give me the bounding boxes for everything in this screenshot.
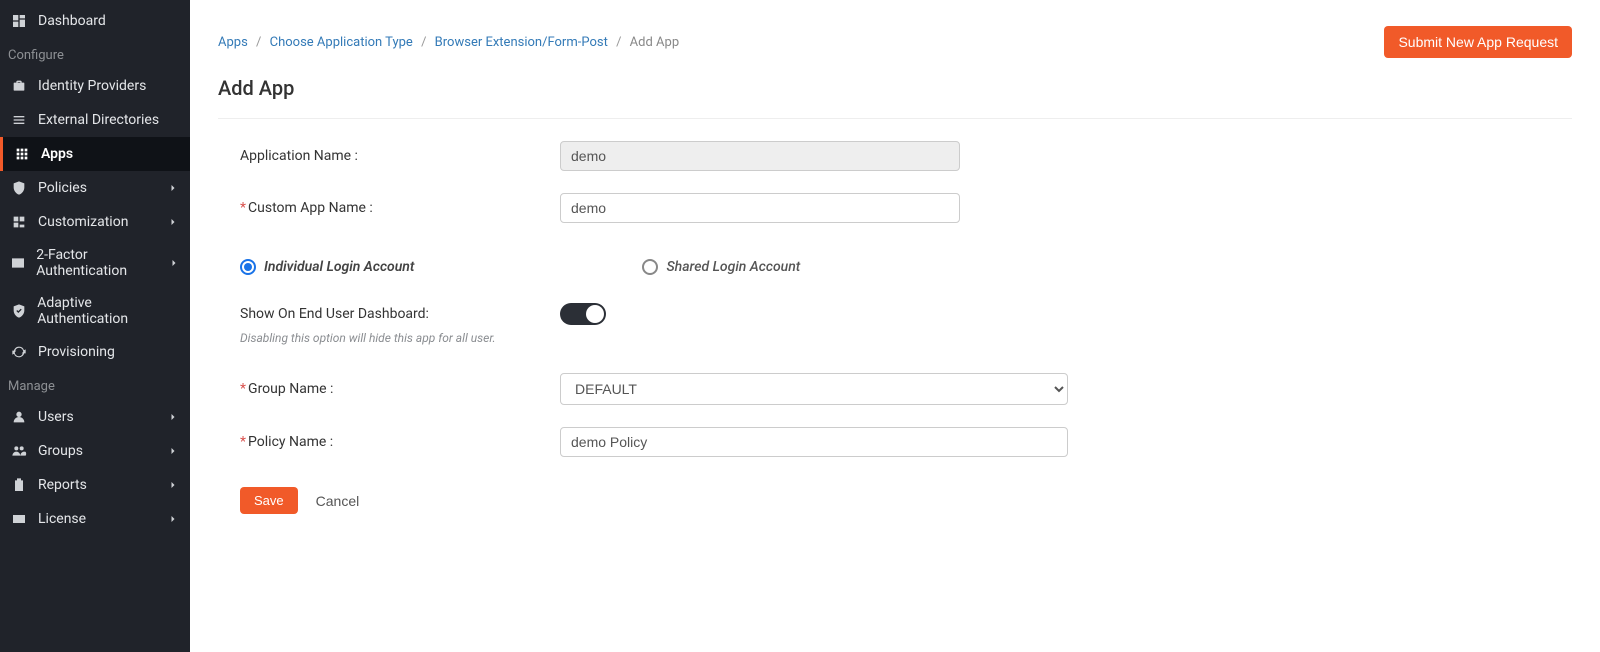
- chevron-right-icon: [166, 444, 180, 458]
- sidebar-item-policies[interactable]: Policies: [0, 171, 190, 205]
- key-icon: [10, 254, 26, 272]
- sidebar-item-identity-providers[interactable]: Identity Providers: [0, 69, 190, 103]
- sidebar-item-dashboard[interactable]: Dashboard: [0, 4, 190, 38]
- sidebar-item-label: Policies: [38, 180, 87, 196]
- sidebar-item-label: Adaptive Authentication: [37, 295, 180, 327]
- main-content: Apps / Choose Application Type / Browser…: [190, 0, 1600, 652]
- radio-icon: [642, 259, 658, 275]
- shield-icon: [10, 179, 28, 197]
- sidebar-item-label: Users: [38, 409, 74, 425]
- clipboard-icon: [10, 476, 28, 494]
- toggle-knob: [586, 305, 604, 323]
- sidebar-item-groups[interactable]: Groups: [0, 434, 190, 468]
- shield-check-icon: [10, 302, 27, 320]
- breadcrumb-apps[interactable]: Apps: [218, 35, 248, 50]
- show-dashboard-hint: Disabling this option will hide this app…: [240, 331, 1318, 345]
- sidebar-item-label: Reports: [38, 477, 87, 493]
- chevron-right-icon: [167, 256, 180, 270]
- radio-individual-label: Individual Login Account: [264, 259, 414, 275]
- sidebar-item-reports[interactable]: Reports: [0, 468, 190, 502]
- radio-shared-login[interactable]: Shared Login Account: [642, 259, 800, 275]
- sidebar-item-license[interactable]: License: [0, 502, 190, 536]
- add-app-form: Application Name : *Custom App Name : In…: [218, 141, 1318, 514]
- group-name-label: *Group Name :: [240, 381, 560, 397]
- sidebar-item-external-directories[interactable]: External Directories: [0, 103, 190, 137]
- chevron-right-icon: [166, 478, 180, 492]
- cancel-button[interactable]: Cancel: [316, 493, 360, 509]
- dashboard-icon: [10, 12, 28, 30]
- sidebar-item-label: Provisioning: [38, 344, 115, 360]
- custom-app-name-label: *Custom App Name :: [240, 200, 560, 216]
- list-icon: [10, 111, 28, 129]
- sidebar-item-label: External Directories: [38, 112, 159, 128]
- apps-icon: [13, 145, 31, 163]
- radio-shared-label: Shared Login Account: [666, 259, 800, 275]
- divider: [218, 118, 1572, 119]
- sidebar: Dashboard Configure Identity Providers E…: [0, 0, 190, 652]
- sync-icon: [10, 343, 28, 361]
- group-name-select[interactable]: DEFAULT: [560, 373, 1068, 405]
- custom-app-name-input[interactable]: [560, 193, 960, 223]
- radio-icon: [240, 259, 256, 275]
- sidebar-item-label: Dashboard: [38, 13, 106, 29]
- chevron-right-icon: [166, 181, 180, 195]
- application-name-input[interactable]: [560, 141, 960, 171]
- sidebar-item-users[interactable]: Users: [0, 400, 190, 434]
- sidebar-item-apps[interactable]: Apps: [0, 137, 190, 171]
- card-icon: [10, 510, 28, 528]
- sidebar-item-label: Groups: [38, 443, 83, 459]
- topbar: Apps / Choose Application Type / Browser…: [218, 26, 1572, 58]
- sidebar-section-configure: Configure: [0, 38, 190, 69]
- radio-individual-login[interactable]: Individual Login Account: [240, 259, 414, 275]
- page-title: Add App: [218, 76, 1572, 100]
- chevron-right-icon: [166, 512, 180, 526]
- sidebar-item-provisioning[interactable]: Provisioning: [0, 335, 190, 369]
- application-name-label: Application Name :: [240, 148, 560, 164]
- group-icon: [10, 442, 28, 460]
- login-account-type: Individual Login Account Shared Login Ac…: [240, 259, 1318, 275]
- sidebar-item-2fa[interactable]: 2-Factor Authentication: [0, 239, 190, 287]
- submit-new-app-request-button[interactable]: Submit New App Request: [1384, 26, 1572, 58]
- chevron-right-icon: [166, 215, 180, 229]
- breadcrumb: Apps / Choose Application Type / Browser…: [218, 35, 679, 50]
- policy-name-input[interactable]: [560, 427, 1068, 457]
- sidebar-section-manage: Manage: [0, 369, 190, 400]
- policy-name-label: *Policy Name :: [240, 434, 560, 450]
- sidebar-item-label: Customization: [38, 214, 128, 230]
- sidebar-item-label: Identity Providers: [38, 78, 146, 94]
- save-button[interactable]: Save: [240, 487, 298, 514]
- briefcase-icon: [10, 77, 28, 95]
- breadcrumb-browser-ext[interactable]: Browser Extension/Form-Post: [435, 35, 608, 50]
- sidebar-item-label: License: [38, 511, 86, 527]
- sidebar-item-adaptive-auth[interactable]: Adaptive Authentication: [0, 287, 190, 335]
- customization-icon: [10, 213, 28, 231]
- sidebar-item-label: 2-Factor Authentication: [36, 247, 167, 279]
- chevron-right-icon: [166, 410, 180, 424]
- sidebar-item-customization[interactable]: Customization: [0, 205, 190, 239]
- user-icon: [10, 408, 28, 426]
- breadcrumb-current: Add App: [630, 35, 679, 50]
- show-dashboard-label: Show On End User Dashboard:: [240, 306, 560, 322]
- breadcrumb-choose-type[interactable]: Choose Application Type: [270, 35, 413, 50]
- show-dashboard-toggle[interactable]: [560, 303, 606, 325]
- sidebar-item-label: Apps: [41, 146, 73, 162]
